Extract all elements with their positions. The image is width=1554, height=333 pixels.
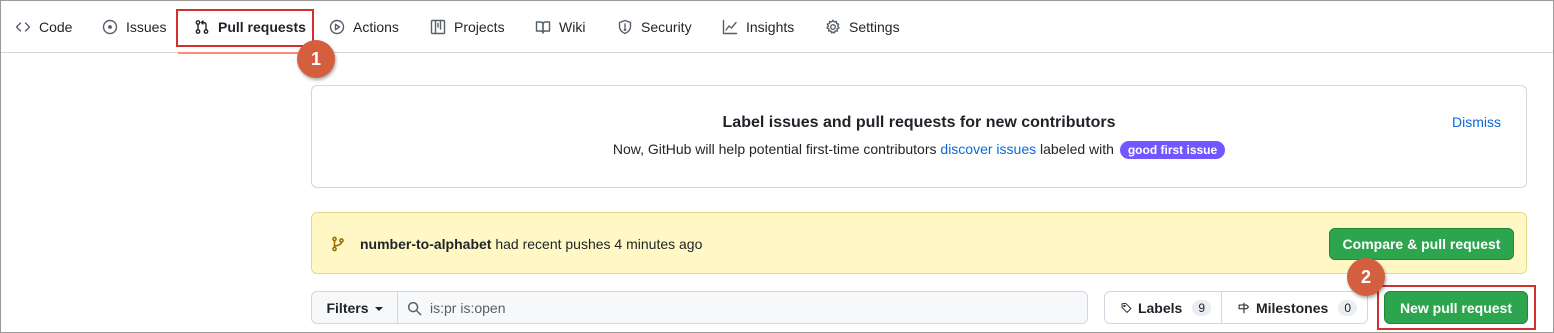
good-first-issue-label[interactable]: good first issue: [1119, 141, 1226, 159]
graph-icon: [722, 19, 738, 35]
tab-code-label: Code: [39, 19, 73, 35]
code-icon: [15, 22, 31, 32]
tab-security-label: Security: [641, 19, 692, 35]
milestones-label: Milestones: [1255, 299, 1329, 316]
tab-wiki[interactable]: Wiki: [535, 1, 585, 53]
git-branch-icon: [330, 236, 346, 252]
tab-issues[interactable]: Issues: [102, 1, 166, 53]
filters-label: Filters: [326, 299, 369, 316]
tab-insights[interactable]: Insights: [722, 1, 794, 53]
annotation-highlight-new-pull-request: [1377, 285, 1536, 330]
dismiss-link[interactable]: Dismiss: [1452, 114, 1501, 130]
tag-icon: [1121, 302, 1132, 313]
labels-label: Labels: [1137, 299, 1183, 316]
gear-icon: [826, 19, 840, 34]
labels-count: 9: [1192, 299, 1211, 316]
tab-settings[interactable]: Settings: [825, 1, 900, 53]
annotation-highlight-pull-requests: [176, 9, 314, 47]
recent-push-message: had recent pushes 4 minutes ago: [491, 236, 703, 252]
milestones-count: 0: [1338, 299, 1357, 316]
contributors-title: Label issues and pull requests for new c…: [722, 114, 1116, 131]
labels-button[interactable]: Labels 9: [1104, 291, 1222, 324]
contributors-text-before: Now, GitHub will help potential first-ti…: [612, 141, 941, 157]
search-icon: [407, 301, 422, 316]
tab-settings-label: Settings: [849, 19, 900, 35]
milestones-button[interactable]: Milestones 0: [1221, 291, 1368, 324]
shield-icon: [618, 19, 632, 35]
tab-security[interactable]: Security: [617, 1, 692, 53]
issue-icon: [102, 19, 118, 35]
step-badge-1: 1: [297, 40, 335, 78]
tab-issues-label: Issues: [126, 19, 167, 35]
new-contributors-panel: Label issues and pull requests for new c…: [311, 85, 1527, 188]
recent-push-text: number-to-alphabet had recent pushes 4 m…: [360, 236, 702, 252]
search-box: [397, 291, 1088, 324]
compare-pull-request-button[interactable]: Compare & pull request: [1329, 228, 1514, 260]
search-input[interactable]: [430, 292, 1070, 323]
active-tab-underline: [178, 52, 314, 54]
tab-projects-label: Projects: [454, 19, 505, 35]
recent-push-banner: number-to-alphabet had recent pushes 4 m…: [311, 212, 1527, 274]
tab-wiki-label: Wiki: [559, 19, 586, 35]
table-icon: [430, 19, 446, 35]
branch-name[interactable]: number-to-alphabet: [360, 236, 491, 252]
tab-insights-label: Insights: [746, 19, 795, 35]
tab-actions[interactable]: Actions: [329, 1, 399, 53]
book-icon: [535, 21, 551, 34]
contributors-text-after: labeled with: [1036, 141, 1118, 157]
milestone-icon: [1238, 302, 1249, 313]
play-icon: [329, 19, 345, 35]
discover-issues-link[interactable]: discover issues: [940, 141, 1036, 157]
caret-down-icon: [374, 306, 383, 311]
tab-actions-label: Actions: [353, 19, 399, 35]
contributors-description: Now, GitHub will help potential first-ti…: [312, 141, 1526, 159]
tab-code[interactable]: Code: [15, 1, 72, 53]
filters-dropdown[interactable]: Filters: [311, 291, 398, 324]
tab-projects[interactable]: Projects: [430, 1, 505, 53]
step-badge-2: 2: [1347, 258, 1385, 296]
